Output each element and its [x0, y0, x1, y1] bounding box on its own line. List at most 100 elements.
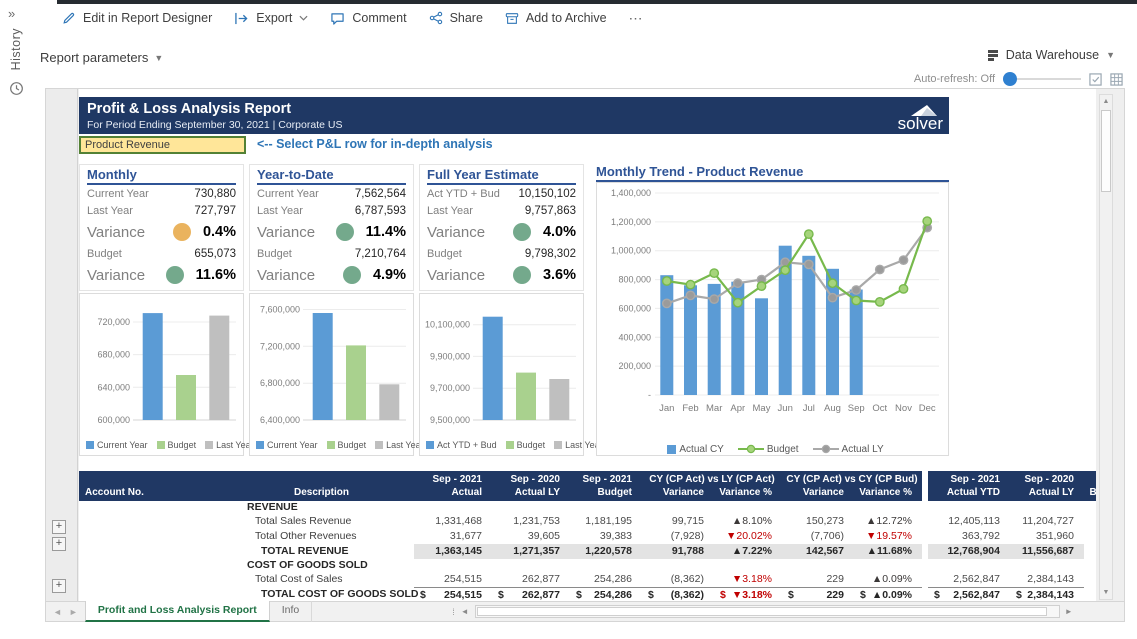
- variance-indicator-dot: [513, 223, 531, 241]
- svg-text:7,600,000: 7,600,000: [260, 305, 300, 315]
- svg-text:800,000: 800,000: [618, 275, 651, 285]
- refresh-checkbox-icon[interactable]: [1089, 73, 1102, 86]
- kpi-panel-ytd: Year-to-Date Current Year7,562,564Last Y…: [249, 164, 414, 291]
- table-row[interactable]: TOTAL REVENUE1,363,1451,271,3571,220,578…: [79, 544, 1096, 559]
- value-cell: 254,286: [570, 572, 642, 587]
- kpi-panel-full-year: Full Year Estimate Act YTD + Bud10,150,1…: [419, 164, 584, 291]
- more-actions-button[interactable]: ⋯: [629, 10, 644, 27]
- svg-text:6,400,000: 6,400,000: [260, 415, 300, 425]
- slider-knob[interactable]: [1003, 72, 1017, 86]
- value-cell: [570, 501, 642, 514]
- vertical-scroll-thumb[interactable]: [1101, 110, 1111, 192]
- value-cell: $▲0.09%: [854, 587, 922, 602]
- data-warehouse-selector[interactable]: Data Warehouse ▼: [987, 48, 1115, 62]
- table-row[interactable]: Total Other Revenues31,67739,60539,383(7…: [79, 529, 1096, 544]
- export-button[interactable]: Export: [234, 11, 308, 25]
- value-cell: (8,362): [642, 572, 714, 587]
- kpi-value: 730,880: [194, 188, 236, 200]
- report-subtitle: For Period Ending September 30, 2021 | C…: [87, 119, 939, 131]
- table-header: Account No.DescriptionSep - 2021ActualSe…: [79, 471, 1096, 501]
- table-row[interactable]: Total Sales Revenue1,331,4681,231,7531,1…: [79, 514, 1096, 529]
- value-cell: [714, 559, 782, 572]
- auto-refresh-slider[interactable]: [1003, 72, 1081, 86]
- kpi-row: Variance3.6%: [427, 262, 576, 288]
- kpi-row: Act YTD + Bud10,150,102: [427, 185, 576, 202]
- value-cell: 99,715: [642, 514, 714, 529]
- parameter-hint-text: <-- Select P&L row for in-depth analysis: [257, 137, 493, 151]
- value-cell: [1010, 501, 1084, 514]
- h-scroll-right-icon[interactable]: ►: [1060, 607, 1078, 616]
- value-cell: ▲11.68%: [854, 544, 922, 559]
- kpi-value: 4.9%: [373, 267, 406, 283]
- tab-info[interactable]: Info: [270, 601, 313, 622]
- report-parameters-toggle[interactable]: Report parameters ▼: [40, 50, 163, 65]
- svg-text:Mar: Mar: [706, 403, 722, 414]
- tab-profit-and-loss-report[interactable]: Profit and Loss Analysis Report: [85, 601, 270, 622]
- table-row: COST OF GOODS SOLD: [79, 559, 1096, 572]
- kpi-value: 3.6%: [543, 267, 576, 283]
- legend-item: Budget: [738, 444, 799, 455]
- edit-in-report-designer-button[interactable]: Edit in Report Designer: [62, 11, 212, 25]
- horizontal-scroll-thumb[interactable]: [477, 607, 1047, 616]
- chevron-down-icon: [299, 15, 308, 21]
- value-cell: [642, 501, 714, 514]
- scroll-up-icon[interactable]: ▲: [1100, 95, 1112, 108]
- expand-rows-button[interactable]: +: [52, 537, 66, 551]
- kpi-label: Variance: [427, 224, 485, 241]
- share-button[interactable]: Share: [429, 11, 483, 25]
- account-no-cell: [79, 587, 229, 602]
- add-to-archive-button[interactable]: Add to Archive: [505, 11, 607, 25]
- table-row[interactable]: TOTAL COST OF GOODS SOLD$254,515$262,877…: [79, 587, 1096, 602]
- tab-nav-next-icon[interactable]: ►: [69, 607, 85, 617]
- value-cell: [854, 559, 922, 572]
- value-cell: ▼19.57%: [854, 529, 922, 544]
- legend-item: Current Year: [86, 440, 148, 450]
- account-no-cell: [79, 514, 229, 529]
- pl-row-parameter-input[interactable]: Product Revenue: [79, 136, 246, 154]
- history-clock-icon: [9, 81, 24, 96]
- table-column-header: Sep - 2021Actual: [414, 471, 492, 501]
- value-cell: [854, 501, 922, 514]
- horizontal-scrollbar[interactable]: [475, 605, 1060, 618]
- kpi-label: Last Year: [427, 205, 473, 217]
- table-row[interactable]: Total Cost of Sales254,515262,877254,286…: [79, 572, 1096, 587]
- grid-view-icon[interactable]: [1110, 73, 1123, 86]
- window-top-strip: [57, 0, 1137, 4]
- value-cell: ▲7.22%: [714, 544, 782, 559]
- vertical-scrollbar[interactable]: ▲ ▼: [1099, 94, 1113, 600]
- value-cell: $2,384,143: [1010, 587, 1084, 602]
- variance-indicator-dot: [336, 223, 354, 241]
- history-panel-toggle[interactable]: History: [4, 28, 28, 96]
- kpi-value: 10,150,102: [518, 188, 576, 200]
- kpi-label: Current Year: [87, 188, 149, 200]
- expand-rows-button[interactable]: +: [52, 579, 66, 593]
- history-label: History: [9, 28, 23, 70]
- expand-rows-button[interactable]: +: [52, 520, 66, 534]
- svg-text:1,400,000: 1,400,000: [611, 188, 651, 198]
- kpi-label: Last Year: [87, 205, 133, 217]
- value-cell: (7,928): [642, 529, 714, 544]
- variance-indicator-dot: [343, 266, 361, 284]
- chart-legend: Current YearBudgetLast Year: [80, 435, 243, 455]
- archive-label: Add to Archive: [526, 11, 607, 25]
- kpi-value: 7,210,764: [355, 248, 406, 260]
- value-cell: 150,273: [782, 514, 854, 529]
- legend-item: Budget: [327, 440, 367, 450]
- account-no-cell: [79, 559, 229, 572]
- tab-nav-prev-icon[interactable]: ◄: [46, 607, 69, 617]
- kpi-row: Variance4.0%: [427, 219, 576, 245]
- sheet-tab-bar: ◄ ► Profit and Loss Analysis Report Info…: [45, 601, 1125, 622]
- svg-text:400,000: 400,000: [618, 332, 651, 342]
- report-header-band: Profit & Loss Analysis Report For Period…: [79, 97, 949, 134]
- value-cell: $229: [782, 587, 854, 602]
- kpi-panel-monthly: Monthly Current Year730,880Last Year727,…: [79, 164, 244, 291]
- description-cell: Total Cost of Sales: [229, 572, 414, 587]
- comment-button[interactable]: Comment: [330, 11, 406, 25]
- h-scroll-left-icon[interactable]: ◄: [455, 607, 475, 616]
- value-cell: 2,384,143: [1010, 572, 1084, 587]
- data-warehouse-icon: [987, 49, 999, 62]
- account-no-cell: [79, 529, 229, 544]
- sidebar-expand-button[interactable]: »: [8, 6, 15, 21]
- monthly-trend-chart: -200,000400,000600,000800,0001,000,0001,…: [596, 182, 949, 456]
- scroll-down-icon[interactable]: ▼: [1100, 586, 1112, 599]
